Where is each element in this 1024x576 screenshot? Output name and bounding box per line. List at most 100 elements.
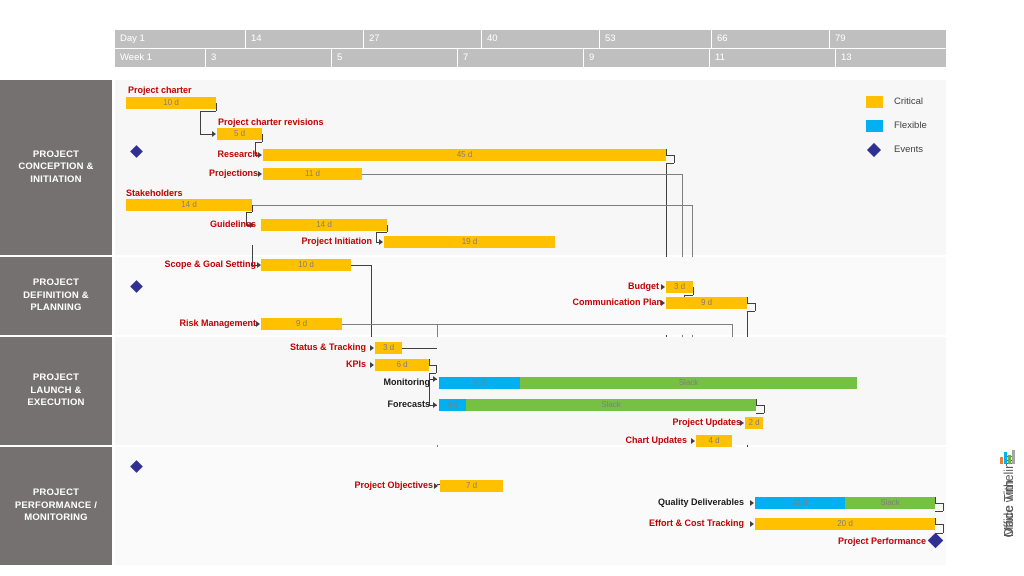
section-title-line: PROJECT [27, 372, 84, 385]
task-slack-label: Slack [520, 377, 857, 389]
connector-line [376, 232, 377, 242]
connector-line [666, 163, 674, 164]
watermark: Office Timeline Made with [948, 0, 1022, 576]
connector-line [371, 265, 372, 343]
task-label-budget: Budget [605, 281, 659, 292]
timescale-day-cell: 66 [711, 30, 829, 48]
section-body-launch [115, 337, 946, 445]
connector-line [429, 365, 436, 366]
connector-line [674, 155, 675, 163]
connector-line [935, 511, 943, 512]
connector-line [764, 405, 765, 413]
task-bar-chart-updates[interactable]: 4 d [696, 435, 732, 447]
connector-arrow [379, 239, 383, 245]
section-title-line: EXECUTION [27, 397, 84, 410]
task-bar-project-updates[interactable]: 2 d [745, 417, 763, 429]
connector-line [943, 503, 944, 511]
legend-swatch-events [867, 143, 881, 157]
task-bar-project-charter[interactable]: 10 d [126, 97, 216, 109]
connector-arrow [433, 402, 437, 408]
connector-line [252, 205, 253, 212]
timescale-day-cell: 79 [829, 30, 946, 48]
timescale-week-cell: 3 [205, 49, 331, 67]
task-duration: 9 d [261, 318, 342, 330]
connector-line [935, 524, 943, 525]
connector-line [252, 205, 692, 206]
connector-line [943, 524, 944, 533]
task-bar-status-tracking[interactable]: 3 d [375, 342, 402, 354]
task-bar-research[interactable]: 45 d [263, 149, 666, 161]
task-label-monitoring: Monitoring [360, 377, 430, 388]
section-title-line: PLANNING [23, 302, 89, 315]
section-title-line: PROJECT [15, 487, 97, 500]
task-bar-forecasts-slack[interactable]: Slack [466, 399, 756, 411]
task-bar-budget[interactable]: 3 d [666, 281, 693, 293]
timescale-week-row: Week 1 3 5 7 9 11 13 [115, 49, 946, 67]
connector-line [755, 303, 756, 311]
connector-line [429, 373, 436, 374]
watermark-prefix: Made with [1002, 480, 1016, 537]
task-bar-monitoring-slack[interactable]: Slack [520, 377, 857, 389]
section-title-line: CONCEPTION & [18, 161, 93, 174]
connector-arrow [212, 131, 216, 137]
task-bar-stakeholders[interactable]: 14 d [126, 199, 252, 211]
connector-line [756, 405, 764, 406]
timescale-day-cell: 14 [245, 30, 363, 48]
task-label-forecasts: Forecasts [360, 399, 430, 410]
connector-arrow [661, 284, 665, 290]
task-bar-quality-deliverables-slack[interactable]: Slack [845, 497, 935, 509]
task-label-risk-management: Risk Management [165, 318, 256, 329]
task-duration: 14 d [261, 219, 387, 231]
connector-arrow [750, 500, 754, 506]
connector-line [262, 134, 263, 142]
task-label-quality-deliverables: Quality Deliverables [650, 497, 744, 508]
connector-arrow [691, 438, 695, 444]
task-bar-projections[interactable]: 11 d [263, 168, 362, 180]
section-title-line: DEFINITION & [23, 290, 89, 303]
connector-line [747, 311, 755, 312]
connector-line [255, 142, 262, 143]
task-duration: 5 d [217, 128, 262, 140]
task-label-scope-goal-setting: Scope & Goal Setting [150, 259, 256, 270]
task-bar-guidelines[interactable]: 14 d [261, 219, 387, 231]
timescale-week-cell: 11 [709, 49, 835, 67]
section-title-line: PROJECT [18, 149, 93, 162]
task-bar-risk-management[interactable]: 9 d [261, 318, 342, 330]
task-duration: 7 d [440, 480, 503, 492]
connector-line [351, 265, 371, 266]
legend-swatch-critical [866, 96, 883, 108]
task-duration: 19 d [384, 236, 555, 248]
task-duration: 9 d [439, 377, 520, 389]
connector-arrow [258, 171, 262, 177]
task-bar-kpis[interactable]: 6 d [375, 359, 429, 371]
task-bar-project-charter-revisions[interactable]: 5 d [217, 128, 262, 140]
connector-line [756, 413, 764, 414]
task-bar-project-objectives[interactable]: 7 d [440, 480, 503, 492]
task-duration: 45 d [263, 149, 666, 161]
task-bar-effort-cost-tracking[interactable]: 20 d [755, 518, 935, 530]
task-duration: 3 d [439, 399, 466, 411]
task-slack-label: Slack [466, 399, 756, 411]
task-label-chart-updates: Chart Updates [615, 435, 687, 446]
timescale-week-cell: 13 [835, 49, 946, 67]
connector-line [666, 155, 674, 156]
task-label-status-tracking: Status & Tracking [282, 342, 366, 353]
task-bar-quality-deliverables[interactable]: 11 d [755, 497, 845, 509]
task-bar-forecasts[interactable]: 3 d [439, 399, 466, 411]
timescale-day-cell: 53 [599, 30, 711, 48]
task-bar-monitoring[interactable]: 9 d [439, 377, 520, 389]
legend-label: Critical [894, 95, 923, 109]
task-bar-scope-goal-setting[interactable]: 10 d [261, 259, 351, 271]
task-bar-project-initiation[interactable]: 19 d [384, 236, 555, 248]
legend-label: Events [894, 143, 923, 157]
office-timeline-logo-icon [1000, 448, 1016, 464]
task-duration: 9 d [666, 297, 747, 309]
legend-label: Flexible [894, 119, 927, 133]
connector-line [437, 484, 440, 485]
task-bar-communication-plan[interactable]: 9 d [666, 297, 747, 309]
timescale-day-row: Day 1 14 27 40 53 66 79 [115, 30, 946, 48]
section-title-line: INITIATION [18, 174, 93, 187]
task-label-projections: Projections [180, 168, 258, 179]
task-duration: 3 d [375, 342, 402, 354]
connector-arrow [433, 376, 437, 382]
